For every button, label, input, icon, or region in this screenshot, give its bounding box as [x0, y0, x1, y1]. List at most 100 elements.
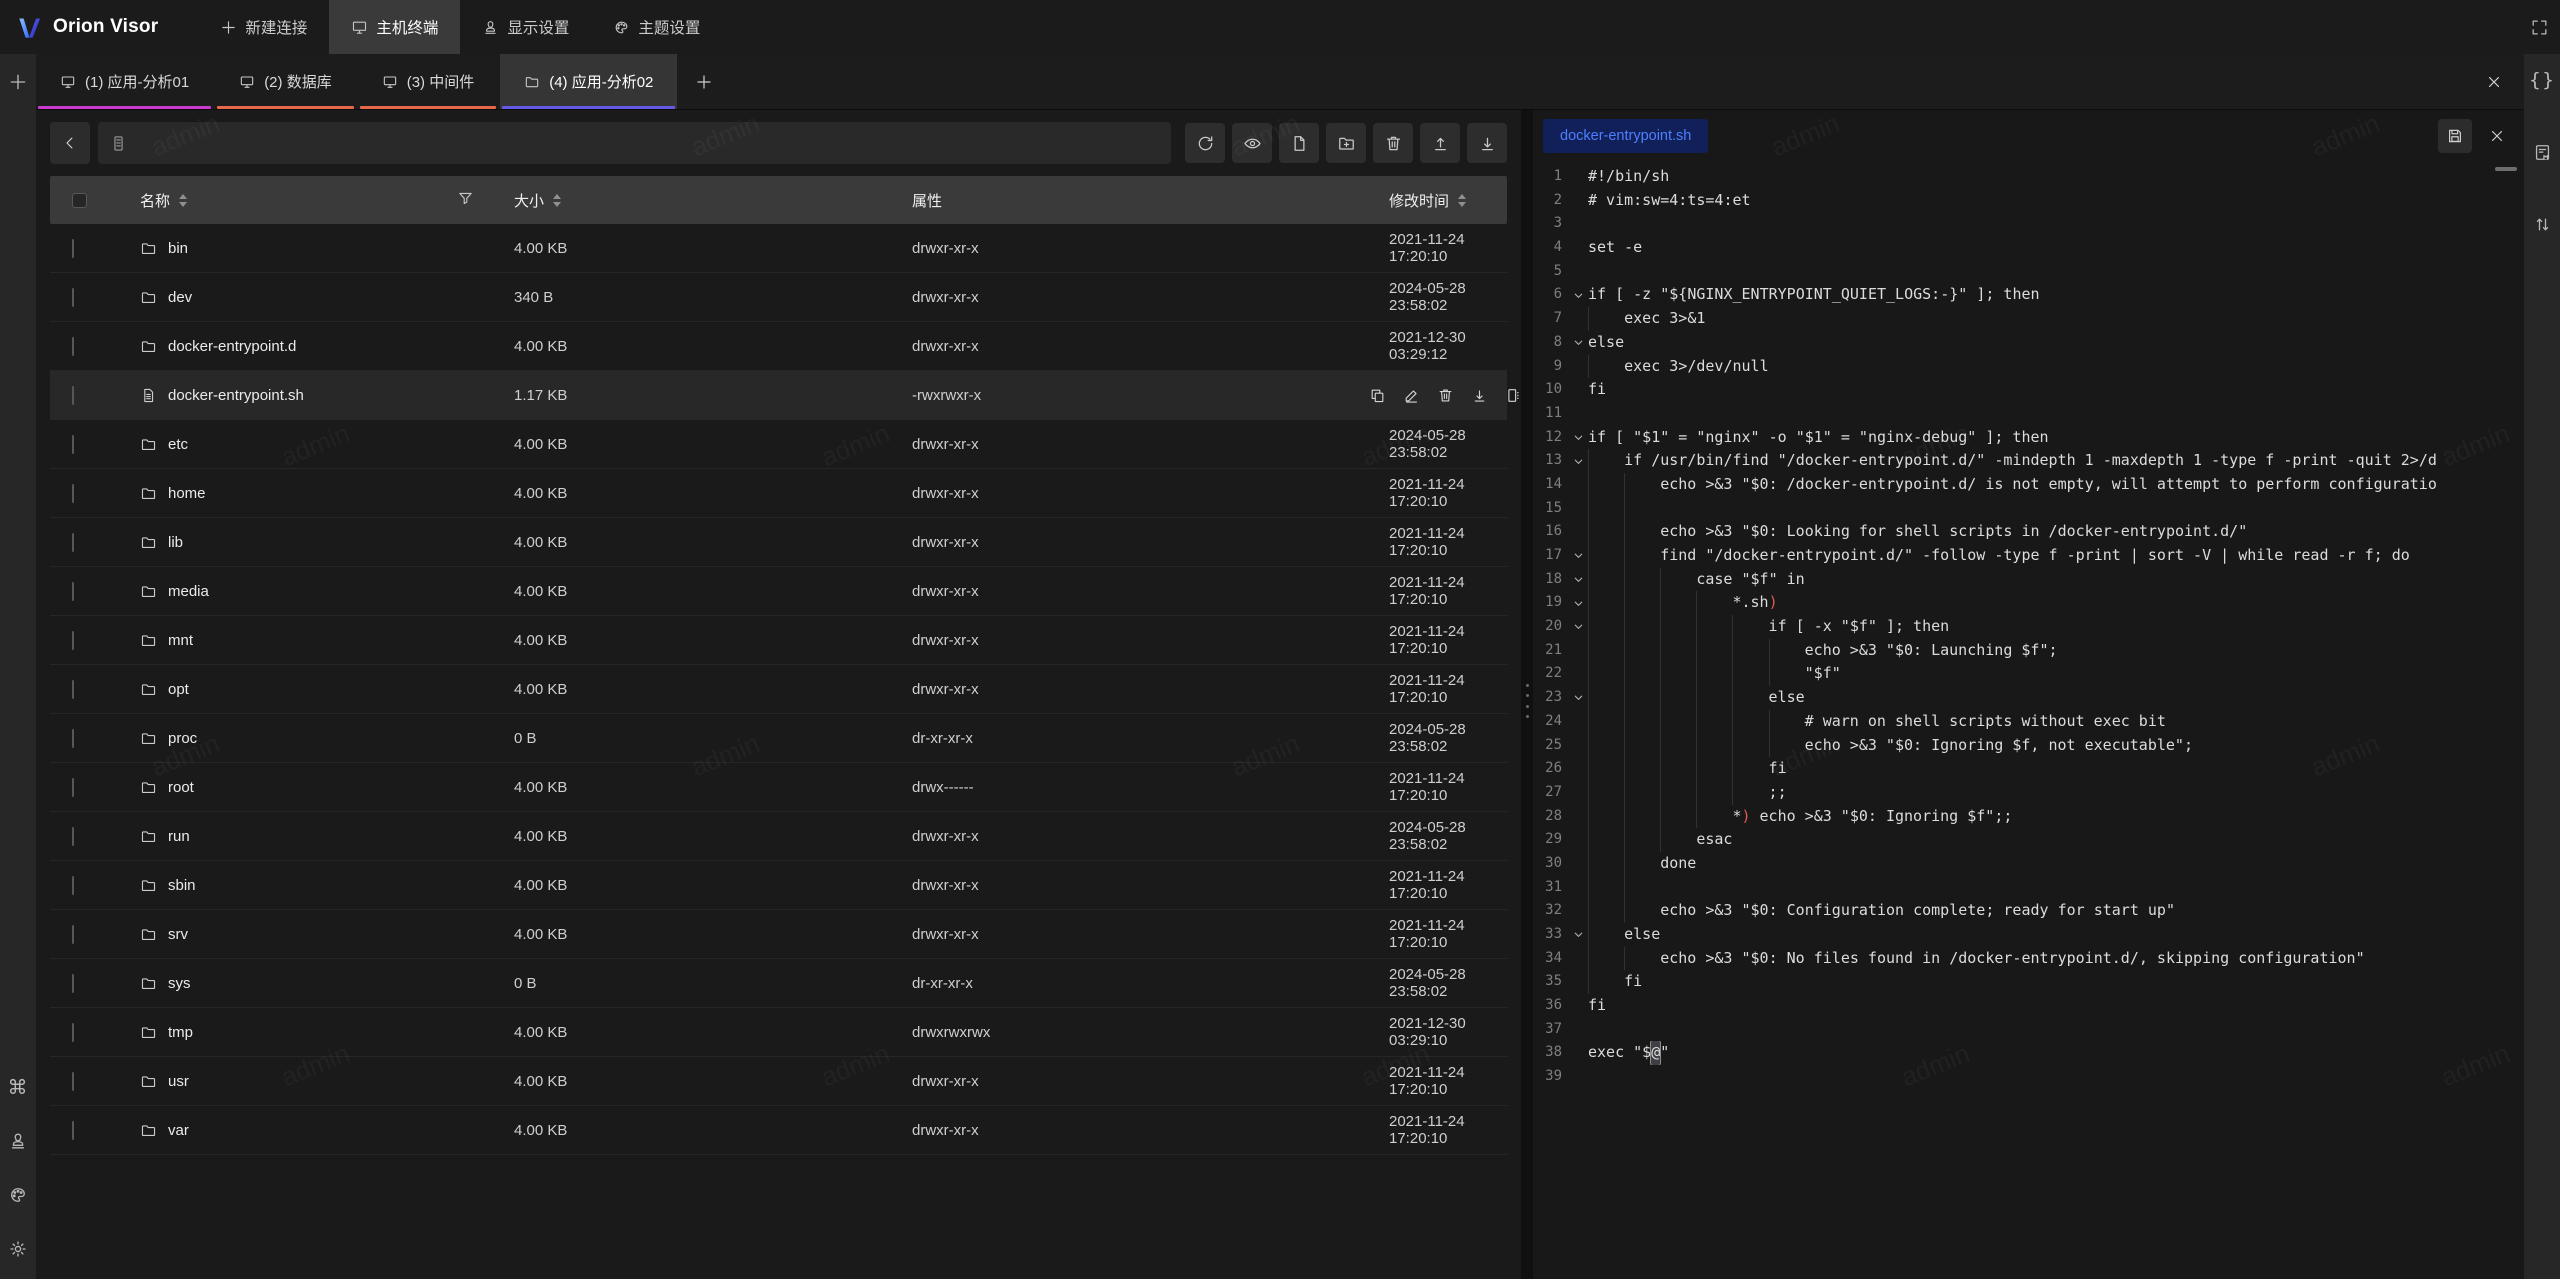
row-checkbox[interactable] [72, 288, 74, 307]
code-line[interactable]: 29esac [1533, 828, 2524, 852]
row-checkbox[interactable] [72, 974, 74, 993]
code-line[interactable]: 35fi [1533, 970, 2524, 994]
fold-toggle[interactable] [1569, 923, 1588, 947]
code-line[interactable]: 36fi [1533, 994, 2524, 1018]
path-input-field[interactable] [137, 134, 1159, 153]
code-line[interactable]: 1#!/bin/sh [1533, 165, 2524, 189]
code-line[interactable]: 22"$f" [1533, 662, 2524, 686]
code-line[interactable]: 30done [1533, 852, 2524, 876]
save-file-button[interactable] [2438, 119, 2472, 153]
code-line[interactable]: 25echo >&3 "$0: Ignoring $f, not executa… [1533, 734, 2524, 758]
code-line[interactable]: 19*.sh) [1533, 591, 2524, 615]
code-editor[interactable]: 1#!/bin/sh2# vim:sw=4:ts=4:et34set -e56i… [1533, 162, 2524, 1279]
fold-toggle[interactable] [1569, 686, 1588, 710]
file-row-usr[interactable]: usr4.00 KBdrwxr-xr-x2021-11-24 17:20:10 [50, 1057, 1507, 1106]
file-row-mnt[interactable]: mnt4.00 KBdrwxr-xr-x2021-11-24 17:20:10 [50, 616, 1507, 665]
filter-funnel-icon[interactable] [457, 190, 474, 211]
terminal-tab-1[interactable]: (1) 应用-分析01 [36, 54, 213, 109]
fold-toggle[interactable] [1569, 591, 1588, 615]
code-line[interactable]: 38exec "$@" [1533, 1041, 2524, 1065]
row-checkbox[interactable] [72, 1121, 74, 1140]
new-file-button[interactable] [1279, 123, 1319, 163]
file-row-opt[interactable]: opt4.00 KBdrwxr-xr-x2021-11-24 17:20:10 [50, 665, 1507, 714]
row-checkbox[interactable] [72, 631, 74, 650]
row-checkbox[interactable] [72, 582, 74, 601]
add-tab-button[interactable] [679, 54, 729, 109]
rail-seal-button[interactable] [4, 1127, 32, 1155]
file-row-etc[interactable]: etc4.00 KBdrwxr-xr-x2024-05-28 23:58:02 [50, 420, 1507, 469]
terminal-tab-2[interactable]: (2) 数据库 [215, 54, 356, 109]
file-row-lib[interactable]: lib4.00 KBdrwxr-xr-x2021-11-24 17:20:10 [50, 518, 1507, 567]
nav-item-theme-settings[interactable]: 主题设置 [591, 0, 722, 54]
code-line[interactable]: 5 [1533, 260, 2524, 284]
terminal-tab-4[interactable]: (4) 应用-分析02 [500, 54, 677, 109]
terminal-tab-3[interactable]: (3) 中间件 [358, 54, 499, 109]
file-row-docker-entrypoint.d[interactable]: docker-entrypoint.d4.00 KBdrwxr-xr-x2021… [50, 322, 1507, 371]
file-row-bin[interactable]: bin4.00 KBdrwxr-xr-x2021-11-24 17:20:10 [50, 224, 1507, 273]
code-line[interactable]: 16echo >&3 "$0: Looking for shell script… [1533, 520, 2524, 544]
row-checkbox[interactable] [72, 1072, 74, 1091]
delete-button[interactable] [1373, 123, 1413, 163]
code-line[interactable]: 12if [ "$1" = "nginx" -o "$1" = "nginx-d… [1533, 426, 2524, 450]
code-line[interactable]: 4set -e [1533, 236, 2524, 260]
code-line[interactable]: 37 [1533, 1018, 2524, 1042]
file-row-proc[interactable]: proc0 Bdr-xr-xr-x2024-05-28 23:58:02 [50, 714, 1507, 763]
editor-file-tab[interactable]: docker-entrypoint.sh [1543, 119, 1708, 153]
file-row-var[interactable]: var4.00 KBdrwxr-xr-x2021-11-24 17:20:10 [50, 1106, 1507, 1155]
fold-toggle[interactable] [1569, 544, 1588, 568]
code-line[interactable]: 17find "/docker-entrypoint.d/" -follow -… [1533, 544, 2524, 568]
nav-item-display-settings[interactable]: 显示设置 [460, 0, 591, 54]
rail-add-button[interactable] [4, 68, 32, 96]
file-row-tmp[interactable]: tmp4.00 KBdrwxrwxrwx2021-12-30 03:29:10 [50, 1008, 1507, 1057]
back-button[interactable] [50, 122, 90, 164]
rail-command-button[interactable]: ⌘ [4, 1073, 32, 1101]
code-line[interactable]: 13if /usr/bin/find "/docker-entrypoint.d… [1533, 449, 2524, 473]
preview-button[interactable] [1232, 123, 1272, 163]
row-checkbox[interactable] [72, 827, 74, 846]
row-delete-button[interactable] [1437, 387, 1454, 404]
code-line[interactable]: 18case "$f" in [1533, 568, 2524, 592]
code-line[interactable]: 27;; [1533, 781, 2524, 805]
close-all-tabs-button[interactable] [2464, 54, 2524, 109]
close-editor-button[interactable] [2480, 119, 2514, 153]
row-checkbox[interactable] [72, 533, 74, 552]
code-line[interactable]: 15 [1533, 497, 2524, 521]
row-copy-path-button[interactable] [1505, 387, 1522, 404]
code-line[interactable]: 11 [1533, 402, 2524, 426]
code-line[interactable]: 2# vim:sw=4:ts=4:et [1533, 189, 2524, 213]
editor-scrollbar-thumb[interactable] [2495, 167, 2517, 171]
row-checkbox[interactable] [72, 484, 74, 503]
code-line[interactable]: 23else [1533, 686, 2524, 710]
code-line[interactable]: 32echo >&3 "$0: Configuration complete; … [1533, 899, 2524, 923]
row-download-button[interactable] [1471, 387, 1488, 404]
column-header-name[interactable]: 名称 [114, 190, 514, 211]
file-row-run[interactable]: run4.00 KBdrwxr-xr-x2024-05-28 23:58:02 [50, 812, 1507, 861]
row-edit-button[interactable] [1403, 387, 1420, 404]
row-checkbox[interactable] [72, 386, 74, 405]
code-line[interactable]: 24# warn on shell scripts without exec b… [1533, 710, 2524, 734]
code-line[interactable]: 6if [ -z "${NGINX_ENTRYPOINT_QUIET_LOGS:… [1533, 283, 2524, 307]
rail-file-bookmark-button[interactable] [2528, 138, 2556, 166]
fold-toggle[interactable] [1569, 615, 1588, 639]
row-checkbox[interactable] [72, 435, 74, 454]
file-row-docker-entrypoint.sh[interactable]: docker-entrypoint.sh1.17 KB-rwxrwxr-x [50, 371, 1507, 420]
file-row-dev[interactable]: dev340 Bdrwxr-xr-x2024-05-28 23:58:02 [50, 273, 1507, 322]
code-line[interactable]: 8else [1533, 331, 2524, 355]
code-line[interactable]: 20if [ -x "$f" ]; then [1533, 615, 2524, 639]
fold-toggle[interactable] [1569, 283, 1588, 307]
download-button[interactable] [1467, 123, 1507, 163]
fold-toggle[interactable] [1569, 331, 1588, 355]
column-header-mtime[interactable]: 修改时间 [1369, 190, 1507, 211]
file-row-root[interactable]: root4.00 KBdrwx------2021-11-24 17:20:10 [50, 763, 1507, 812]
code-line[interactable]: 31 [1533, 876, 2524, 900]
row-checkbox[interactable] [72, 337, 74, 356]
code-line[interactable]: 3 [1533, 212, 2524, 236]
code-line[interactable]: 9exec 3>/dev/null [1533, 355, 2524, 379]
column-header-size[interactable]: 大小 [514, 190, 894, 211]
rail-palette-button[interactable] [4, 1181, 32, 1209]
file-row-media[interactable]: media4.00 KBdrwxr-xr-x2021-11-24 17:20:1… [50, 567, 1507, 616]
file-row-sbin[interactable]: sbin4.00 KBdrwxr-xr-x2021-11-24 17:20:10 [50, 861, 1507, 910]
code-line[interactable]: 28*) echo >&3 "$0: Ignoring $f";; [1533, 805, 2524, 829]
select-all-checkbox[interactable] [72, 193, 87, 208]
file-row-home[interactable]: home4.00 KBdrwxr-xr-x2021-11-24 17:20:10 [50, 469, 1507, 518]
